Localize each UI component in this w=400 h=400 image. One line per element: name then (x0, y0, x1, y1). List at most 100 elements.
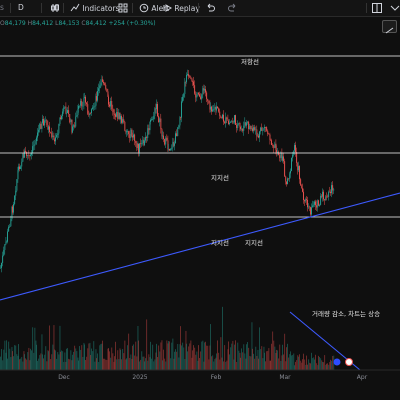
candle-body (110, 101, 112, 107)
candle-body (312, 205, 314, 208)
redo-icon[interactable] (228, 3, 238, 13)
volume-bar (118, 359, 120, 370)
volume-bar (170, 358, 172, 370)
volume-bar (163, 349, 164, 370)
candle-body (25, 150, 26, 152)
candle-body (243, 125, 245, 131)
replay-icon (163, 4, 172, 12)
candle-body (314, 201, 315, 205)
volume-bar (213, 361, 215, 370)
volume-bar (111, 347, 113, 370)
time-axis: Dec 2025 Feb Mar Apr (0, 369, 400, 381)
candle-body (284, 161, 286, 177)
volume-bar (324, 355, 326, 370)
volume-bar (332, 355, 334, 370)
candle-body (322, 191, 323, 197)
candle-body (249, 125, 251, 130)
price-chart[interactable]: 저항선지지선지지선 지지선거래량 감소, 차트는 상승 Dec 2025 Feb Mar… (0, 18, 400, 400)
candle-body (69, 114, 71, 123)
volume-bar (286, 347, 287, 370)
candle-body (260, 127, 262, 132)
candle-body (27, 154, 29, 157)
arrow-handle-icon[interactable] (333, 358, 341, 366)
indicators-button[interactable]: Indicators (70, 3, 119, 13)
candle-body (79, 105, 80, 107)
volume-bar (130, 354, 132, 370)
replay-button[interactable]: Replay (162, 3, 200, 13)
volume-bar (31, 350, 32, 370)
candle-body (82, 105, 84, 107)
chart-layout-icon[interactable] (372, 3, 382, 13)
volume-bar (61, 350, 62, 370)
volume-bar (219, 359, 221, 370)
symbol-fragment[interactable]: s (0, 3, 4, 12)
volume-bar (264, 352, 265, 370)
volume-bar (273, 340, 275, 370)
volume-bar (22, 361, 24, 370)
candle-body (2, 255, 4, 263)
candle-body (176, 133, 178, 137)
candle-body (16, 179, 18, 191)
volume-bar (279, 344, 281, 370)
volume-bar (331, 360, 332, 370)
volume-bar (283, 354, 284, 370)
candle-body (199, 94, 200, 97)
candle-body (93, 106, 95, 108)
timeframe-button[interactable]: D (18, 3, 24, 12)
candle-body (32, 146, 34, 153)
candle-body (265, 126, 266, 128)
volume-bar (190, 340, 192, 370)
candle-body (242, 128, 244, 131)
volume-bar (42, 354, 43, 370)
volume-bar (314, 359, 315, 370)
more-options-icon[interactable] (390, 3, 400, 13)
volume-bar (276, 349, 277, 370)
volume-bar (124, 340, 126, 370)
candle-body (28, 154, 30, 156)
volume-bar (160, 342, 162, 370)
chart-type-icon[interactable] (50, 3, 60, 13)
candle-body (208, 100, 210, 104)
undo-icon[interactable] (205, 3, 215, 13)
volume-bar (260, 349, 262, 370)
candle-body (128, 131, 130, 135)
candle-body (300, 179, 302, 186)
volume-bar (180, 326, 181, 370)
candle-body (96, 96, 97, 101)
volume-bar (121, 359, 122, 370)
candle-body (290, 170, 291, 174)
candle-body (212, 109, 214, 112)
volume-bar (253, 353, 254, 370)
candle-body (38, 129, 40, 133)
volume-bar (63, 361, 65, 370)
volume-bar (116, 359, 118, 370)
layouts-grid-icon[interactable] (118, 3, 128, 13)
volume-bar (236, 361, 238, 370)
volume-bar (298, 356, 299, 370)
volume-bar (30, 348, 31, 370)
candle-body (122, 119, 124, 123)
volume-bar (205, 341, 206, 370)
candle-body (261, 127, 263, 131)
candle-body (264, 126, 265, 129)
volume-bar (18, 344, 19, 370)
volume-bar (206, 345, 208, 370)
volume-bar (114, 356, 115, 370)
candle-body (293, 150, 295, 155)
volume-bar (171, 342, 173, 370)
volume-bar (308, 359, 310, 370)
volume-bar (311, 352, 312, 370)
volume-bar (3, 349, 5, 370)
volume-bar (284, 333, 286, 370)
candle-body (13, 204, 14, 213)
volume-bar (174, 351, 175, 370)
volume-bar (154, 359, 156, 370)
volume-bar (268, 348, 270, 370)
candle-body (324, 199, 326, 201)
volume-bar (51, 354, 53, 370)
volume-bar (69, 359, 71, 370)
volume-bar (129, 357, 131, 370)
arrow-handle-icon[interactable] (345, 358, 353, 366)
trendline-support[interactable] (0, 192, 400, 301)
volume-bar (140, 359, 142, 370)
